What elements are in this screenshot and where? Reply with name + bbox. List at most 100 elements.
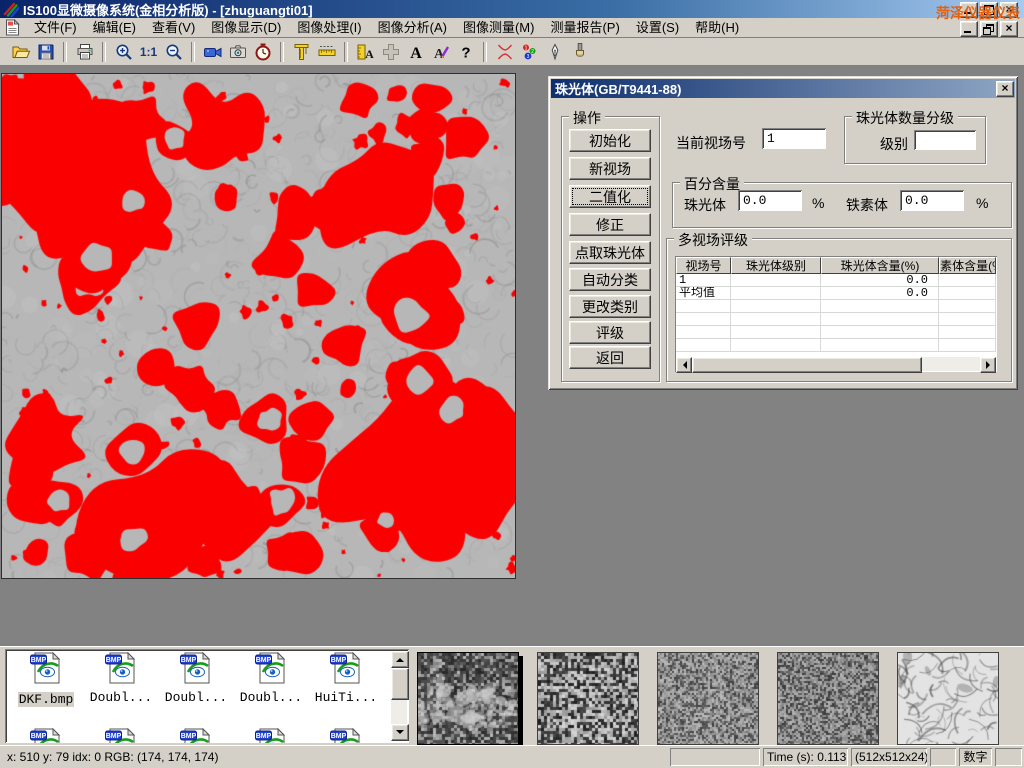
scroll-up-button[interactable] xyxy=(391,651,409,668)
pen-tool-button[interactable] xyxy=(542,39,567,64)
scroll-right-button[interactable] xyxy=(980,357,996,373)
grade-input[interactable] xyxy=(914,130,976,150)
menu-image-analysis[interactable]: 图像分析(A) xyxy=(370,18,455,37)
text-annotate-button[interactable]: A xyxy=(403,39,428,64)
binarize-button[interactable]: 二值化 xyxy=(569,185,651,208)
column-header[interactable]: 铁素体含量(%) xyxy=(939,257,996,274)
correct-button[interactable]: 修正 xyxy=(569,213,651,236)
scroll-down-button[interactable] xyxy=(391,724,409,741)
file-item[interactable]: BMP Doubl... xyxy=(234,651,308,705)
minimize-button[interactable] xyxy=(960,2,978,18)
file-name: DKF.bmp xyxy=(18,692,75,707)
thumbnail[interactable] xyxy=(537,652,639,745)
mdi-close-button[interactable]: × xyxy=(1000,21,1018,37)
zoom-in-button[interactable] xyxy=(111,39,136,64)
svg-text:BMP: BMP xyxy=(181,657,197,664)
menu-measure-report[interactable]: 测量报告(P) xyxy=(542,18,627,37)
text-annotate-icon: A xyxy=(406,42,426,62)
curve-tool-button[interactable] xyxy=(492,39,517,64)
help-button[interactable]: ? xyxy=(453,39,478,64)
scrollbar-track[interactable] xyxy=(391,700,407,724)
table-row[interactable]: 1 0.0 xyxy=(676,274,996,287)
file-item[interactable]: BMP Doubl... xyxy=(159,651,233,705)
maximize-button[interactable] xyxy=(980,2,998,18)
menu-settings[interactable]: 设置(S) xyxy=(628,18,687,37)
scrollbar-track[interactable] xyxy=(922,357,980,371)
new-field-button[interactable]: 新视场 xyxy=(569,157,651,180)
thumbnail[interactable] xyxy=(777,652,879,745)
multifield-table[interactable]: 视场号 珠光体级别 珠光体含量(%) 铁素体含量(%) 1 0.0 平均值 0.… xyxy=(675,256,997,372)
file-item[interactable]: BMP HuiTi... xyxy=(309,651,383,705)
save-button[interactable] xyxy=(33,39,58,64)
pearlite-label: 珠光体 xyxy=(684,195,726,215)
thumbnail[interactable] xyxy=(657,652,759,745)
column-header[interactable]: 视场号 xyxy=(676,257,731,274)
return-button[interactable]: 返回 xyxy=(569,346,651,369)
table-row[interactable]: 平均值 0.0 xyxy=(676,287,996,300)
svg-text:BMP: BMP xyxy=(106,657,122,664)
caliper-measure-button[interactable] xyxy=(289,39,314,64)
auto-classify-button[interactable]: 自动分类 xyxy=(569,268,651,291)
ruler-measure-icon xyxy=(317,42,337,62)
rate-button[interactable]: 评级 xyxy=(569,321,651,344)
thumbnail[interactable] xyxy=(897,652,999,745)
bmp-file-icon: BMP xyxy=(29,651,63,685)
file-item[interactable]: BMP Doubl... xyxy=(84,651,158,705)
menu-edit[interactable]: 编辑(E) xyxy=(85,18,144,37)
close-button[interactable]: × xyxy=(1000,2,1018,18)
initialize-button[interactable]: 初始化 xyxy=(569,129,651,152)
change-class-button[interactable]: 更改类别 xyxy=(569,295,651,318)
menu-image-processing[interactable]: 图像处理(I) xyxy=(289,18,369,37)
edit-text-button[interactable]: A xyxy=(428,39,453,64)
scrollbar-thumb[interactable] xyxy=(391,668,409,700)
menu-view[interactable]: 查看(V) xyxy=(144,18,203,37)
mdi-restore-button[interactable] xyxy=(980,21,998,37)
pearlite-percent-input[interactable] xyxy=(738,190,802,211)
print-button[interactable] xyxy=(72,39,97,64)
open-file-button[interactable] xyxy=(8,39,33,64)
snapshot-button[interactable] xyxy=(225,39,250,64)
bmp-file-icon[interactable]: BMP xyxy=(104,727,138,743)
zoom-out-button[interactable] xyxy=(161,39,186,64)
application-window: IS100显微摄像系统(金相分析版) - [zhuguangti01] × 菏泽… xyxy=(0,0,1024,768)
file-name: Doubl... xyxy=(84,690,158,705)
file-item[interactable]: BMP DKF.bmp xyxy=(9,651,83,705)
status-cell-empty xyxy=(670,748,760,766)
bmp-file-icon[interactable]: BMP xyxy=(29,727,63,743)
table-horizontal-scrollbar[interactable] xyxy=(676,357,996,371)
current-field-input[interactable] xyxy=(762,128,826,149)
phase-count-button[interactable]: 123 xyxy=(517,39,542,64)
status-cell-empty xyxy=(995,748,1022,766)
edit-text-icon: A xyxy=(431,42,451,62)
thumbnail-selected[interactable] xyxy=(417,652,519,745)
multifield-group-label: 多视场评级 xyxy=(674,230,752,250)
percent-group-label: 百分含量 xyxy=(680,174,744,194)
bmp-file-icon[interactable]: BMP xyxy=(254,727,288,743)
timer-button[interactable] xyxy=(250,39,275,64)
column-header[interactable]: 珠光体含量(%) xyxy=(821,257,939,274)
zoom-in-icon xyxy=(114,42,134,62)
video-capture-button[interactable] xyxy=(200,39,225,64)
merge-button[interactable] xyxy=(378,39,403,64)
metallographic-image[interactable] xyxy=(2,74,515,578)
pick-pearlite-button[interactable]: 点取珠光体 xyxy=(569,241,651,264)
bmp-file-icon[interactable]: BMP xyxy=(179,727,213,743)
status-image-size: (512x512x24) xyxy=(851,748,927,766)
menu-image-display[interactable]: 图像显示(D) xyxy=(203,18,289,37)
bmp-file-icon[interactable]: BMP xyxy=(329,727,363,743)
menu-file[interactable]: 文件(F) xyxy=(26,18,85,37)
menu-help[interactable]: 帮助(H) xyxy=(687,18,747,37)
column-header[interactable]: 珠光体级别 xyxy=(731,257,821,274)
actual-size-button[interactable]: 1:1 xyxy=(136,39,161,64)
brush-tool-button[interactable] xyxy=(567,39,592,64)
mdi-minimize-button[interactable] xyxy=(960,21,978,37)
scrollbar-thumb[interactable] xyxy=(692,357,922,373)
ruler-measure-button[interactable] xyxy=(314,39,339,64)
dialog-title-bar[interactable]: 珠光体(GB/T9441-88) xyxy=(551,79,1015,98)
dialog-close-button[interactable]: × xyxy=(996,81,1014,97)
measure-text-button[interactable]: A xyxy=(353,39,378,64)
menu-image-measure[interactable]: 图像测量(M) xyxy=(455,18,543,37)
ferrite-percent-input[interactable] xyxy=(900,190,964,211)
scroll-left-button[interactable] xyxy=(676,357,692,373)
file-list-scrollbar[interactable] xyxy=(391,651,407,741)
